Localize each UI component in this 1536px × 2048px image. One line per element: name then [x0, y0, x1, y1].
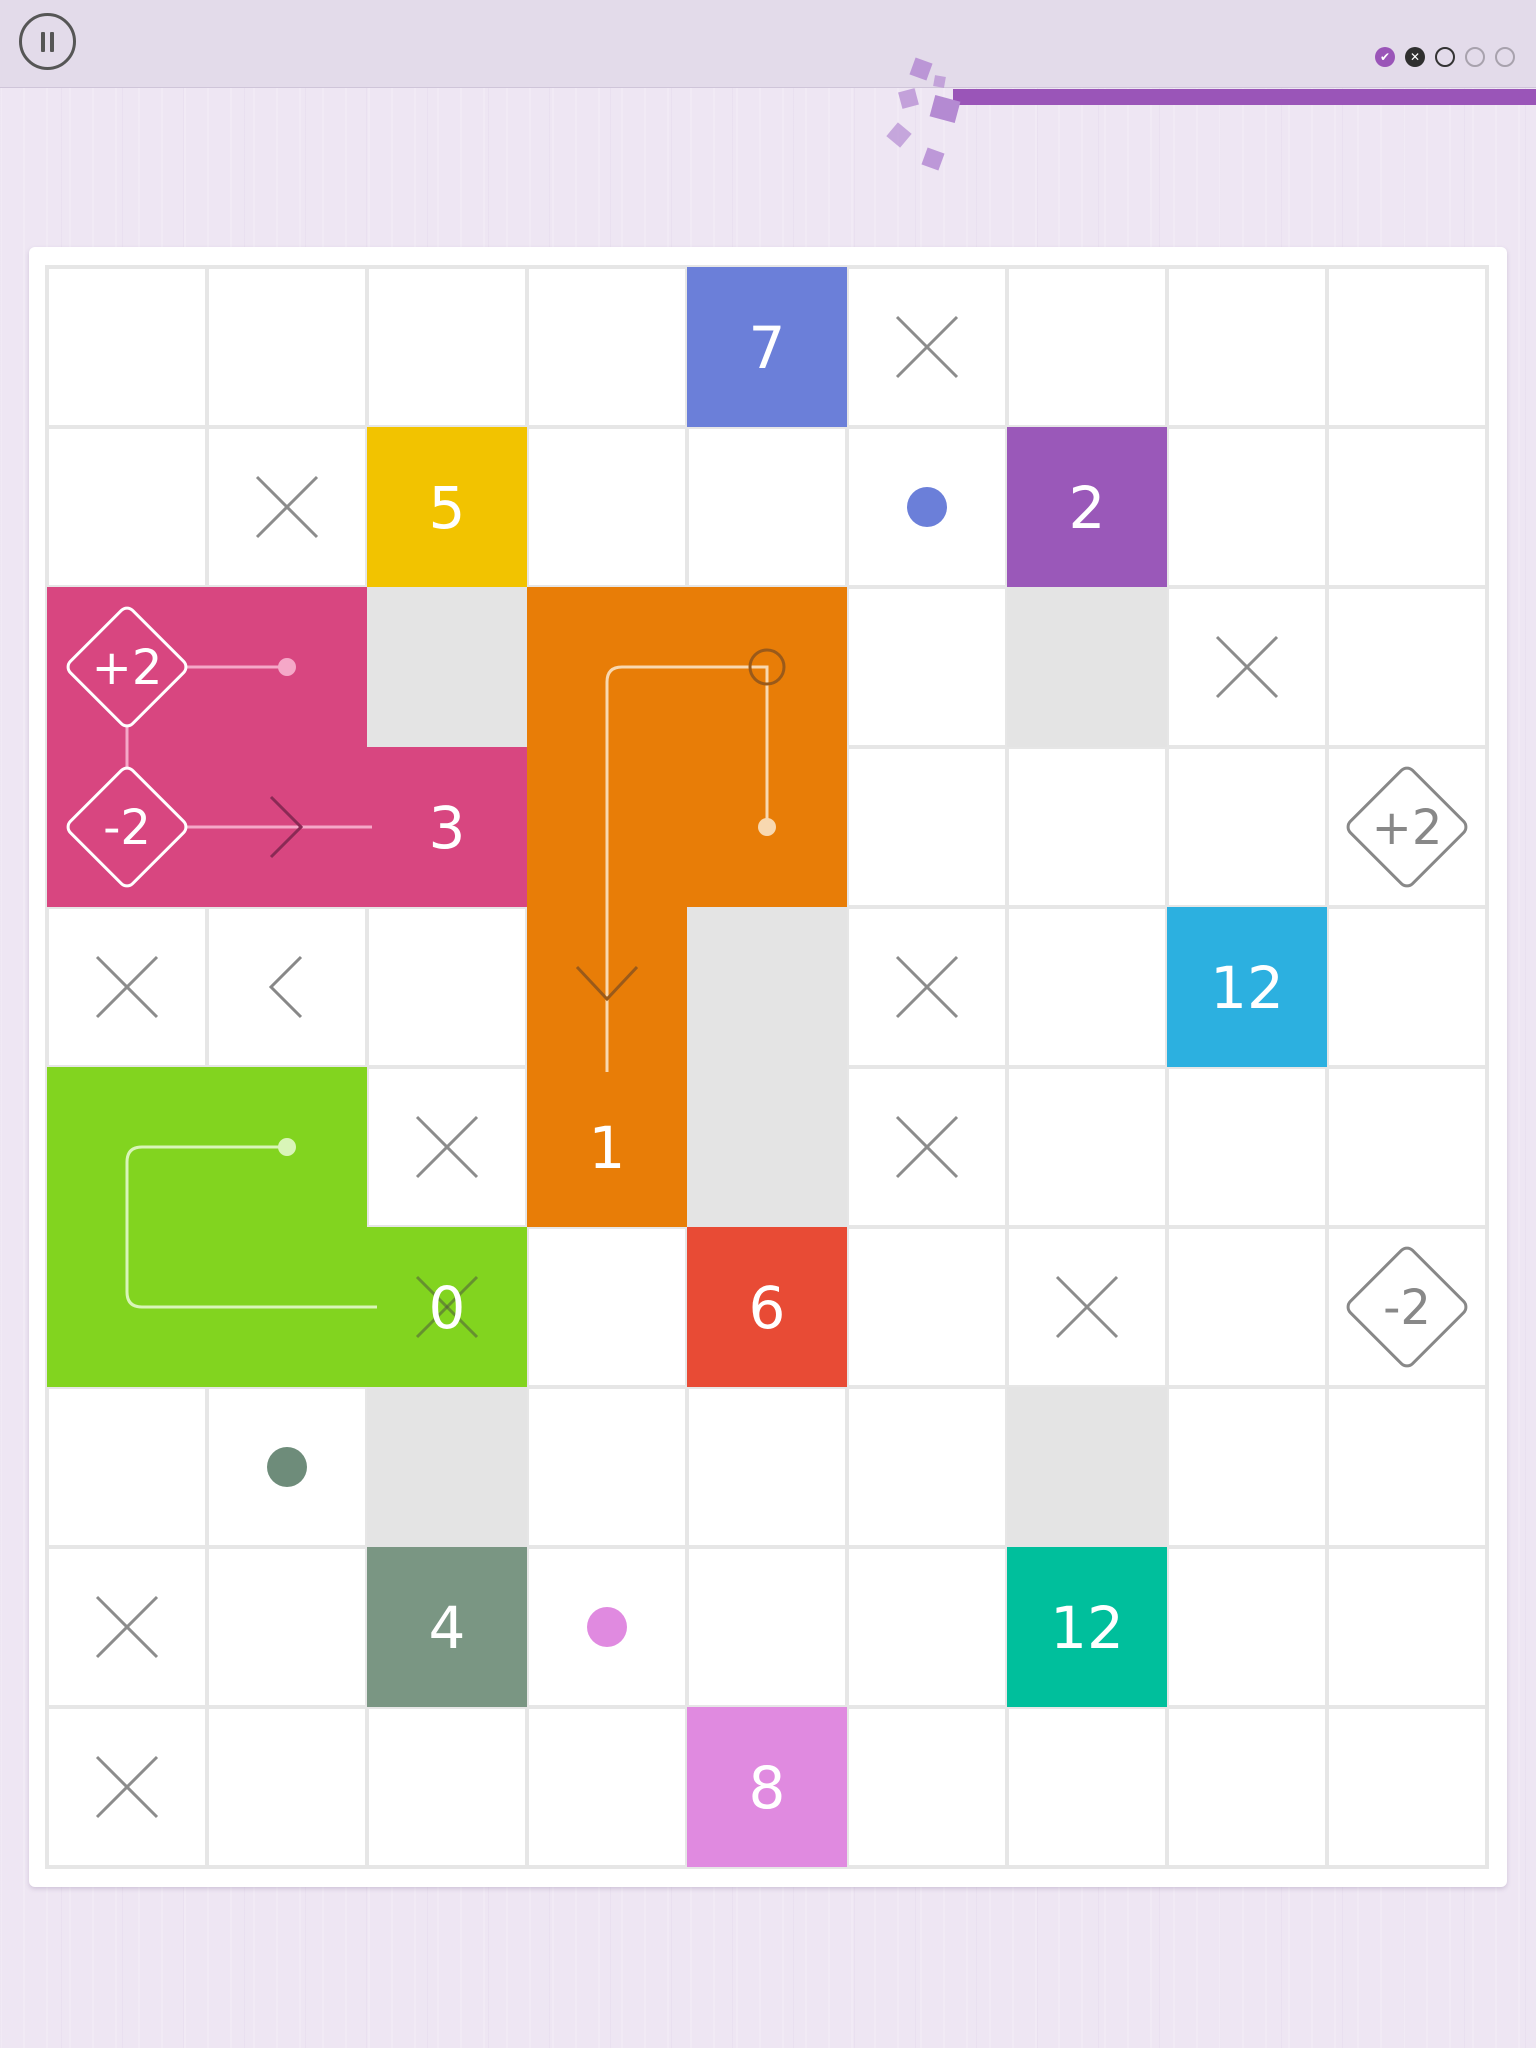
x-mark-icon — [1215, 635, 1279, 699]
x-mark-icon — [1055, 1275, 1119, 1339]
tile-number: 4 — [429, 1594, 466, 1662]
x-mark-icon — [95, 1755, 159, 1819]
x-mark-icon — [95, 955, 159, 1019]
modifier-diamond[interactable]: -2 — [65, 765, 189, 889]
x-mark-icon — [95, 1595, 159, 1659]
target-dot — [267, 1447, 307, 1487]
tile-number: 3 — [429, 794, 466, 862]
x-mark-icon — [415, 1115, 479, 1179]
tile-number: 1 — [589, 1114, 626, 1182]
target-dot — [587, 1607, 627, 1647]
tile-number: 5 — [429, 474, 466, 542]
x-mark-icon — [255, 475, 319, 539]
path-line — [125, 1145, 377, 1309]
x-mark-icon — [895, 315, 959, 379]
modifier-label: -2 — [1383, 1280, 1431, 1336]
tile-number: 7 — [749, 314, 786, 382]
board-overlay: 75 231210 64 128+2-2 +2-2 — [65, 314, 1469, 1822]
tile-number: 6 — [749, 1274, 786, 1342]
target-dot — [907, 487, 947, 527]
path-end-dot — [278, 658, 296, 676]
chevron-left-icon — [268, 955, 303, 1019]
tile-number: 0 — [429, 1274, 466, 1342]
path-end-dot — [758, 818, 776, 836]
modifier-label: +2 — [1372, 800, 1443, 856]
path-end-dot — [278, 1138, 296, 1156]
x-mark-icon — [895, 1115, 959, 1179]
tile-number: 12 — [1210, 954, 1284, 1022]
modifier-diamond[interactable]: -2 — [1345, 1245, 1469, 1369]
modifier-label: -2 — [103, 800, 151, 856]
modifier-diamond[interactable]: +2 — [65, 605, 189, 729]
tile-number: 8 — [749, 1754, 786, 1822]
modifier-label: +2 — [92, 640, 163, 696]
path-line — [605, 665, 769, 1072]
modifier-diamond[interactable]: +2 — [1345, 765, 1469, 889]
tile-number: 12 — [1050, 1594, 1124, 1662]
tile-number: 2 — [1069, 474, 1106, 542]
x-mark-icon — [895, 955, 959, 1019]
